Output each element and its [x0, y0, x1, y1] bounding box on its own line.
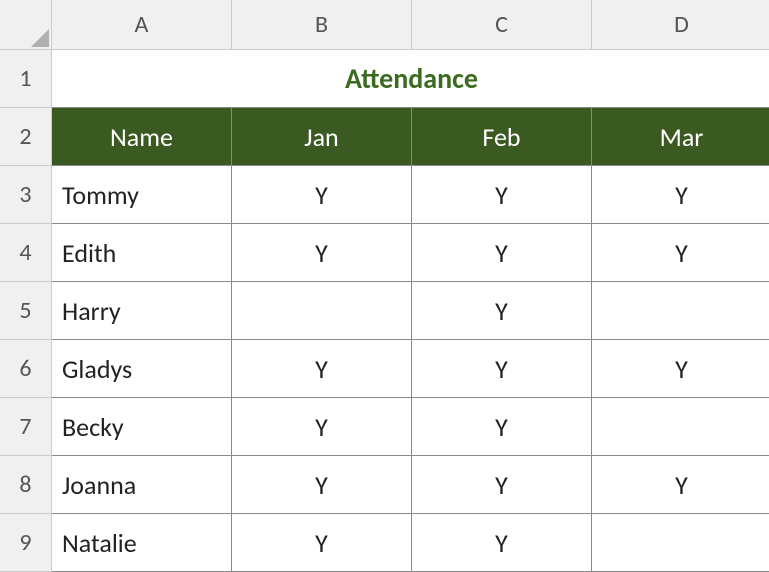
- header-feb[interactable]: Feb: [412, 108, 592, 166]
- cell-jan[interactable]: Y: [232, 166, 412, 224]
- cell-feb[interactable]: Y: [412, 456, 592, 514]
- row-header-6[interactable]: 6: [0, 340, 52, 398]
- cell-mar[interactable]: [592, 514, 769, 572]
- cell-feb[interactable]: Y: [412, 166, 592, 224]
- col-header-B[interactable]: B: [232, 0, 412, 50]
- row-header-8[interactable]: 8: [0, 456, 52, 514]
- col-header-C[interactable]: C: [412, 0, 592, 50]
- header-name[interactable]: Name: [52, 108, 232, 166]
- cell-mar[interactable]: Y: [592, 456, 769, 514]
- col-header-D[interactable]: D: [592, 0, 769, 50]
- spreadsheet-grid: A B C D 1 Attendance 2 Name Jan Feb Mar …: [0, 0, 769, 572]
- cell-mar[interactable]: [592, 282, 769, 340]
- cell-name[interactable]: Joanna: [52, 456, 232, 514]
- cell-feb[interactable]: Y: [412, 514, 592, 572]
- cell-jan[interactable]: Y: [232, 340, 412, 398]
- row-header-9[interactable]: 9: [0, 514, 52, 572]
- cell-name[interactable]: Natalie: [52, 514, 232, 572]
- row-header-3[interactable]: 3: [0, 166, 52, 224]
- cell-name[interactable]: Edith: [52, 224, 232, 282]
- cell-mar[interactable]: Y: [592, 224, 769, 282]
- row-header-7[interactable]: 7: [0, 398, 52, 456]
- cell-feb[interactable]: Y: [412, 224, 592, 282]
- cell-jan[interactable]: Y: [232, 514, 412, 572]
- cell-name[interactable]: Harry: [52, 282, 232, 340]
- row-header-4[interactable]: 4: [0, 224, 52, 282]
- cell-jan[interactable]: Y: [232, 224, 412, 282]
- cell-mar[interactable]: Y: [592, 340, 769, 398]
- cell-jan[interactable]: Y: [232, 456, 412, 514]
- title-cell[interactable]: Attendance: [52, 50, 769, 108]
- row-header-1[interactable]: 1: [0, 50, 52, 108]
- cell-feb[interactable]: Y: [412, 282, 592, 340]
- cell-feb[interactable]: Y: [412, 340, 592, 398]
- row-header-5[interactable]: 5: [0, 282, 52, 340]
- header-jan[interactable]: Jan: [232, 108, 412, 166]
- cell-name[interactable]: Tommy: [52, 166, 232, 224]
- cell-feb[interactable]: Y: [412, 398, 592, 456]
- cell-jan[interactable]: Y: [232, 398, 412, 456]
- header-mar[interactable]: Mar: [592, 108, 769, 166]
- row-header-2[interactable]: 2: [0, 108, 52, 166]
- cell-jan[interactable]: [232, 282, 412, 340]
- cell-name[interactable]: Gladys: [52, 340, 232, 398]
- select-all-corner[interactable]: [0, 0, 52, 50]
- cell-name[interactable]: Becky: [52, 398, 232, 456]
- cell-mar[interactable]: Y: [592, 166, 769, 224]
- col-header-A[interactable]: A: [52, 0, 232, 50]
- cell-mar[interactable]: [592, 398, 769, 456]
